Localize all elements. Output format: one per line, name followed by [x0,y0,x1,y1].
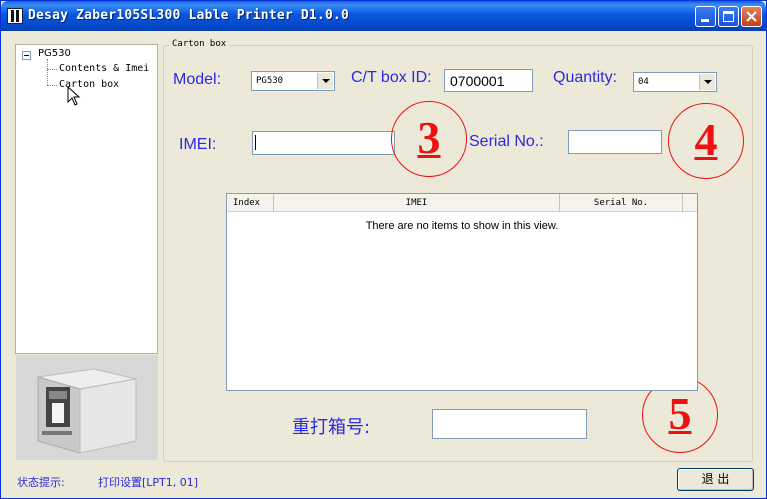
imei-field[interactable] [252,131,395,155]
combo-arrow-icon[interactable] [317,73,333,89]
column-header-serial-no[interactable]: Serial No. [560,194,683,212]
tree-view[interactable]: PG530 Contents & Imei Carton box [15,44,158,354]
close-icon [746,11,757,22]
exit-button[interactable]: 退 出 [677,468,754,491]
model-value: PG530 [256,76,284,86]
close-button[interactable] [741,6,762,27]
quantity-select[interactable]: 04 [633,72,717,92]
annotation-4: 4 [668,103,744,179]
tree-root-pg530[interactable]: PG530 [38,48,71,59]
group-title: Carton box [169,39,230,49]
combo-arrow-icon[interactable] [699,74,715,90]
serial-no-label: Serial No.: [469,133,544,150]
reprint-box-label: 重打箱号: [292,417,371,438]
ct-box-id-value: 0700001 [450,73,505,89]
ct-box-id-label: C/T box ID: [351,69,432,86]
annotation-3: 3 [391,101,467,177]
listview-empty-text: There are no items to show in this view. [365,220,559,232]
minimize-button[interactable] [695,6,716,27]
status-label: 状态提示: [17,476,65,489]
reprint-box-field[interactable] [432,409,587,439]
quantity-label: Quantity: [553,69,618,86]
maximize-button[interactable] [718,6,739,27]
text-caret [255,135,256,150]
column-header-index[interactable]: Index [227,194,274,212]
status-bar: 状态提示: 打印设置[LPT1, 01] 退 出 [1,465,766,498]
printer-image [16,355,158,460]
serial-no-field[interactable] [568,130,662,154]
quantity-value: 04 [638,77,649,87]
title-bar[interactable]: Desay Zaber105SL300 Lable Printer D1.0.0 [1,1,766,31]
app-icon[interactable] [7,8,23,24]
model-select[interactable]: PG530 [251,71,335,91]
ct-box-id-field[interactable]: 0700001 [444,69,533,92]
tree-item-contents-imei[interactable]: Contents & Imei [59,63,149,74]
imei-label: IMEI: [179,136,217,153]
minimize-icon [701,19,709,22]
window-title: Desay Zaber105SL300 Lable Printer D1.0.0 [28,8,350,23]
tree-expander-icon[interactable] [22,51,31,60]
column-header-imei[interactable]: IMEI [274,194,560,212]
items-listview[interactable]: Index IMEI Serial No. There are no items… [226,193,698,391]
mouse-cursor-icon [67,86,81,106]
status-text: 打印设置[LPT1, 01] [98,476,199,489]
maximize-icon [723,11,734,22]
listview-header: Index IMEI Serial No. [227,194,697,212]
app-window: Desay Zaber105SL300 Lable Printer D1.0.0… [0,0,767,499]
model-label: Model: [173,71,222,88]
